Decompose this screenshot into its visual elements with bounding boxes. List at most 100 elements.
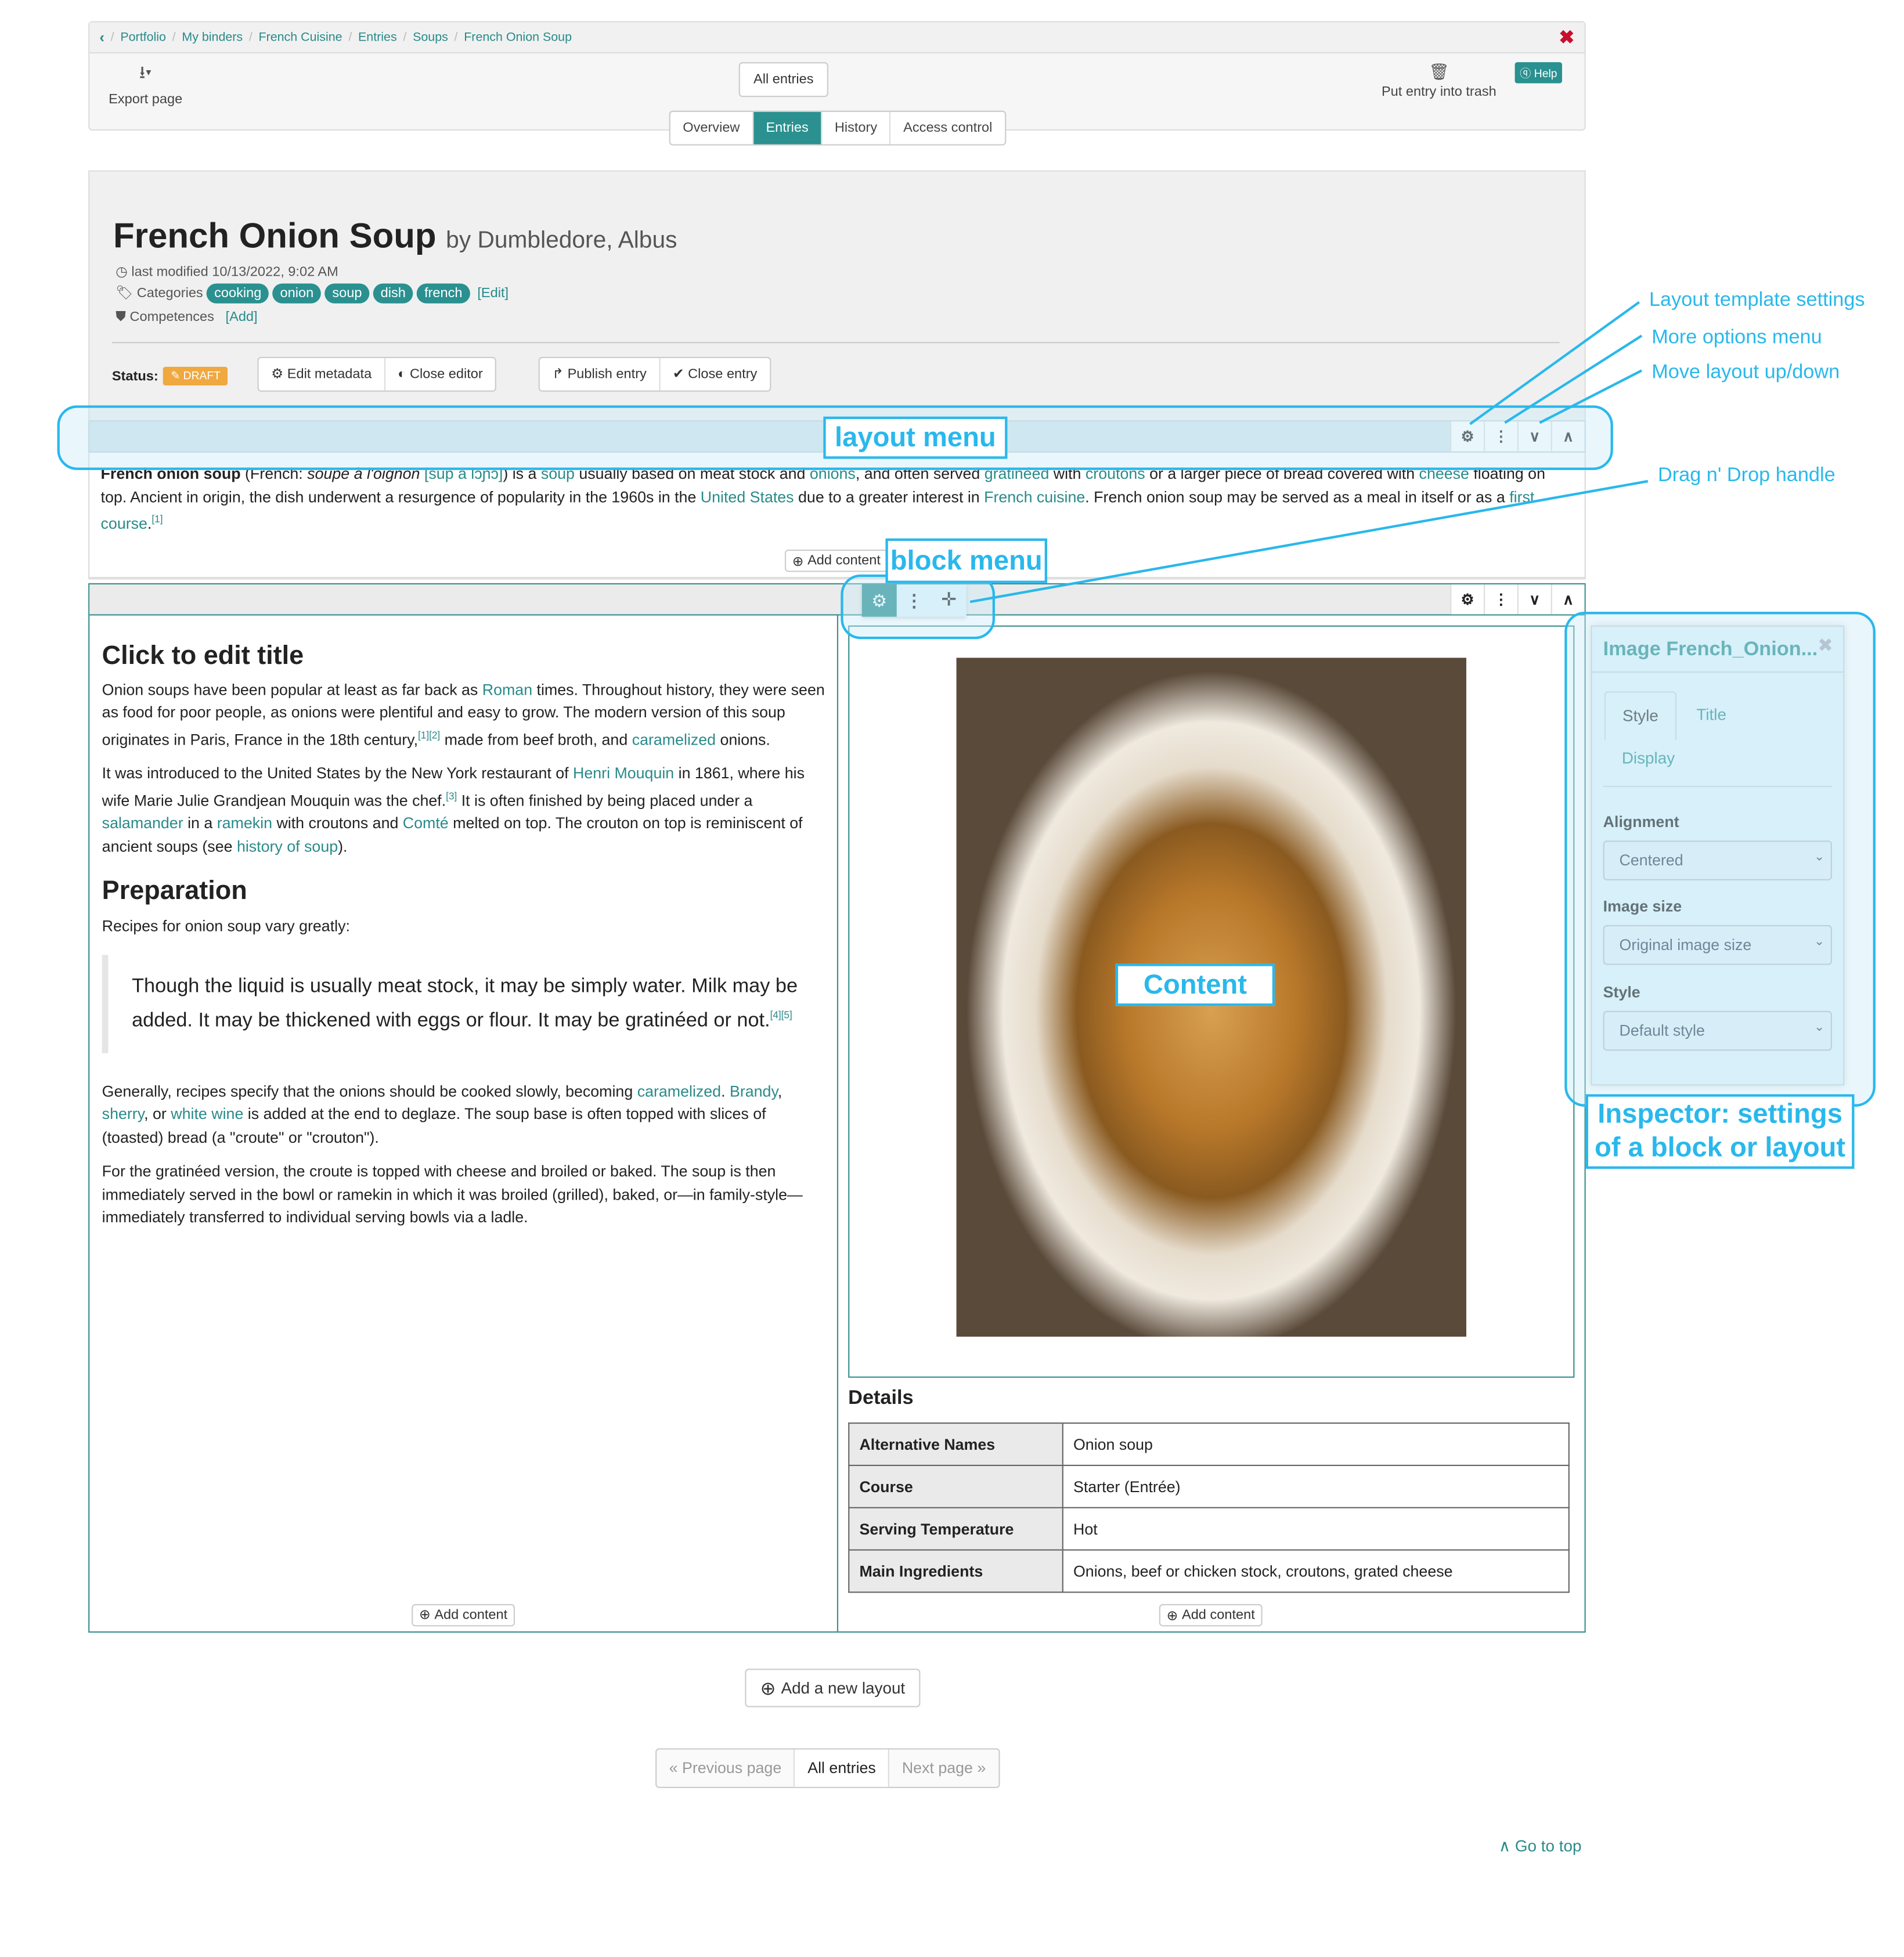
left-column: Click to edit title Onion soups have bee… bbox=[89, 615, 839, 1631]
layout-menu-bar: ⚙ ⋮ ✛ ⚙ ⋮ ∨ ∧ bbox=[89, 584, 1585, 617]
right-column: Details Alternative Names Onion soup Cours… bbox=[838, 616, 1585, 1631]
add-content-button[interactable]: ⊕ Add content bbox=[784, 549, 888, 572]
white-wine-link[interactable]: white wine bbox=[171, 1106, 243, 1123]
drag-drop-annotation: Drag n' Drop handle bbox=[1657, 465, 1836, 486]
detail-key: Course bbox=[848, 1464, 1063, 1508]
tab-entries[interactable]: Entries bbox=[753, 111, 823, 145]
editor-button-group: ⚙ Edit metadata ◐ Close editor bbox=[257, 356, 497, 392]
check-icon: ✔ bbox=[672, 367, 688, 382]
french-cuisine-link[interactable]: French cuisine bbox=[984, 488, 1085, 506]
help-button[interactable]: ⓠ Help bbox=[1514, 62, 1563, 84]
all-entries-button[interactable]: All entries bbox=[738, 62, 828, 98]
share-icon: ↱ bbox=[552, 367, 568, 382]
author: by Dumbledore, Albus bbox=[446, 228, 677, 254]
close-entry-button[interactable]: ✔ Close entry bbox=[660, 358, 769, 391]
category-tag[interactable]: french bbox=[417, 283, 470, 304]
category-tag[interactable]: dish bbox=[373, 283, 413, 304]
add-competence-link[interactable]: [Add] bbox=[226, 309, 258, 324]
section-heading: Preparation bbox=[102, 877, 247, 906]
breadcrumb-soups[interactable]: Soups bbox=[413, 30, 448, 44]
reference-link[interactable]: [4][5] bbox=[770, 1010, 792, 1021]
detail-key: Main Ingredients bbox=[848, 1549, 1063, 1593]
category-tag[interactable]: soup bbox=[324, 283, 370, 304]
paragraph: For the gratinéed version, the croute is… bbox=[102, 1162, 803, 1226]
reference-link[interactable]: [1][2] bbox=[418, 730, 440, 741]
gear-icon[interactable]: ⚙ bbox=[1450, 584, 1484, 615]
sherry-link[interactable]: sherry bbox=[102, 1106, 144, 1123]
paragraph: Recipes for onion soup vary greatly: bbox=[102, 917, 350, 935]
divider bbox=[111, 342, 1560, 344]
competences-row: ⛊ Competences [Add] bbox=[116, 309, 258, 325]
clock-icon: ◷ bbox=[116, 265, 128, 280]
all-entries-button[interactable]: All entries bbox=[795, 1749, 890, 1787]
plus-circle-icon: ⊕ bbox=[792, 554, 808, 569]
trash-button[interactable]: 🗑︎ Put entry into trash bbox=[1373, 62, 1505, 99]
breadcrumb-french-cuisine[interactable]: French Cuisine bbox=[259, 30, 342, 44]
category-tag[interactable]: cooking bbox=[207, 283, 269, 304]
details-table: Alternative Names Onion soup Course Starter… bbox=[848, 1422, 1570, 1593]
plus-circle-icon: ⊕ bbox=[760, 1678, 781, 1699]
edit-categories-link[interactable]: [Edit] bbox=[477, 286, 509, 301]
table-row: Course Starter (Entrée) bbox=[848, 1464, 1570, 1508]
question-icon: ⓠ bbox=[1520, 67, 1534, 80]
caramelized-link[interactable]: caramelized bbox=[632, 731, 716, 748]
reference-link[interactable]: [3] bbox=[446, 790, 457, 801]
detail-key: Serving Temperature bbox=[848, 1507, 1063, 1551]
status-badge: ✎ DRAFT bbox=[163, 367, 228, 386]
pager: « Previous page All entries Next page » bbox=[655, 1748, 1000, 1788]
henri-mouquin-link[interactable]: Henri Mouquin bbox=[573, 765, 674, 782]
caramelized-link[interactable]: caramelized bbox=[637, 1082, 721, 1100]
tab-access-control[interactable]: Access control bbox=[891, 112, 1005, 145]
move-layout-annotation: Move layout up/down bbox=[1651, 362, 1840, 383]
paragraph: Generally, recipes specify that the onio… bbox=[102, 1082, 782, 1146]
comte-link[interactable]: Comté bbox=[403, 815, 449, 832]
next-page-button[interactable]: Next page » bbox=[889, 1749, 998, 1786]
ramekin-link[interactable]: ramekin bbox=[217, 815, 272, 832]
block-title[interactable]: Click to edit title bbox=[102, 643, 830, 669]
united-states-link[interactable]: United States bbox=[701, 488, 794, 506]
details-title: Details bbox=[848, 1388, 914, 1409]
publish-entry-button[interactable]: ↱ Publish entry bbox=[540, 358, 661, 391]
add-content-button[interactable]: ⊕ Add content bbox=[1159, 1604, 1263, 1627]
reference-link[interactable]: [1] bbox=[152, 514, 163, 525]
categories-row: 🏷︎ Categories cooking onion soup dish french… bbox=[116, 283, 509, 304]
paragraph: Onion soups have been popular at least a… bbox=[102, 681, 825, 749]
brandy-link[interactable]: Brandy bbox=[730, 1082, 778, 1100]
go-to-top-link[interactable]: ∧ Go to top bbox=[1499, 1836, 1582, 1856]
breadcrumb-current[interactable]: French Onion Soup bbox=[464, 30, 572, 44]
tab-overview[interactable]: Overview bbox=[670, 111, 754, 145]
chevron-down-icon[interactable]: ∨ bbox=[1517, 584, 1551, 615]
block-menu-highlight bbox=[841, 574, 995, 640]
roman-link[interactable]: Roman bbox=[482, 681, 532, 698]
gear-icon: ⚙ bbox=[271, 367, 287, 382]
blockquote: Though the liquid is usually meat stock,… bbox=[102, 955, 830, 1053]
history-of-soup-link[interactable]: history of soup bbox=[237, 838, 338, 855]
entry-tabs: Overview Entries History Access control bbox=[669, 110, 1006, 146]
page-title: French Onion Soup by Dumbledore, Albus bbox=[113, 216, 677, 255]
add-layout-button[interactable]: ⊕ Add a new layout bbox=[745, 1669, 921, 1707]
detail-value: Starter (Entrée) bbox=[1062, 1464, 1570, 1508]
close-editor-button[interactable]: ◐ Close editor bbox=[385, 358, 495, 391]
intro-text: French onion soup (French: soupe à l'oig… bbox=[100, 465, 1545, 533]
tab-history[interactable]: History bbox=[822, 111, 891, 145]
content-annotation: Content bbox=[1115, 963, 1275, 1006]
close-icon[interactable]: ✖ bbox=[1559, 26, 1574, 48]
chevron-up-icon[interactable]: ∧ bbox=[1550, 584, 1585, 615]
download-icon: ⭳▾ bbox=[139, 62, 152, 82]
export-page-button[interactable]: ⭳▾ Export page bbox=[104, 60, 186, 107]
status: Status: ✎ DRAFT bbox=[112, 367, 228, 386]
add-content-button[interactable]: ⊕ Add content bbox=[412, 1604, 515, 1627]
entry-button-group: ↱ Publish entry ✔ Close entry bbox=[538, 356, 771, 392]
table-row: Main Ingredients Onions, beef or chicken … bbox=[848, 1549, 1570, 1593]
more-options-icon[interactable]: ⋮ bbox=[1484, 584, 1517, 615]
breadcrumb-portfolio[interactable]: Portfolio bbox=[120, 30, 166, 44]
layout-2: ⚙ ⋮ ✛ ⚙ ⋮ ∨ ∧ Click to edit title Onion … bbox=[88, 583, 1586, 1633]
chevron-left-icon[interactable]: ‹ bbox=[99, 28, 104, 46]
category-tag[interactable]: onion bbox=[272, 283, 322, 304]
table-row: Serving Temperature Hot bbox=[848, 1507, 1570, 1551]
previous-page-button[interactable]: « Previous page bbox=[657, 1749, 795, 1787]
breadcrumb-entries[interactable]: Entries bbox=[358, 30, 397, 44]
edit-metadata-button[interactable]: ⚙ Edit metadata bbox=[259, 358, 385, 391]
breadcrumb-my-binders[interactable]: My binders bbox=[182, 30, 243, 44]
salamander-link[interactable]: salamander bbox=[102, 815, 183, 832]
